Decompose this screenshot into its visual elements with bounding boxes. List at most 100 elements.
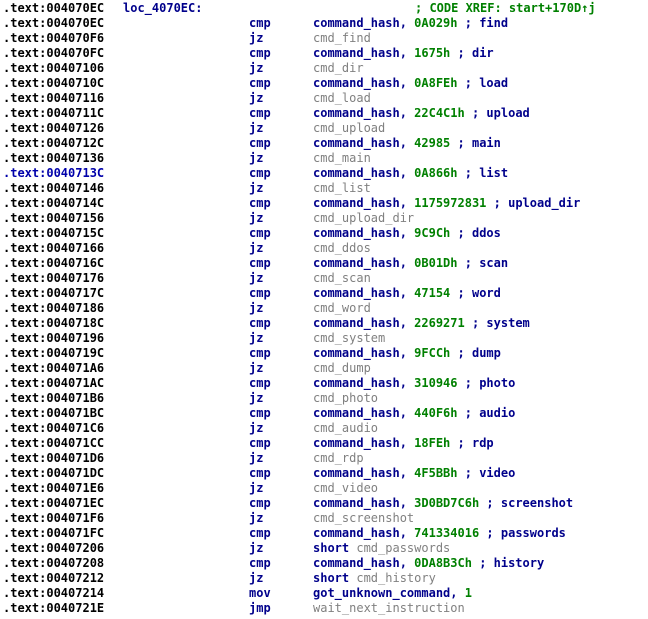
address: .text:0040717C [3, 286, 105, 300]
jump-target-label[interactable]: cmd_load [313, 91, 371, 105]
operand-constant: 47154 [414, 286, 451, 300]
instruction-row[interactable]: .text:00407214 mov got_unknown_command, 1 [3, 586, 648, 601]
jump-target-label[interactable]: cmd_history [356, 571, 435, 585]
operand-variable[interactable]: command_hash, [313, 16, 407, 30]
operand-variable[interactable]: command_hash, [313, 436, 407, 450]
listing-header-row[interactable]: .text:004070EC loc_4070EC: ; CODE XREF: … [3, 1, 648, 16]
comment: ; scan [464, 256, 509, 270]
location-label[interactable]: loc_4070EC: [123, 1, 202, 16]
instruction-row[interactable]: .text:0040712C cmp command_hash, 42985 ; m… [3, 136, 648, 151]
operand-variable[interactable]: got_unknown_command, [313, 586, 458, 600]
operand-variable[interactable]: command_hash, [313, 466, 407, 480]
jump-target-label[interactable]: cmd_word [313, 301, 371, 315]
operands: command_hash, 741334016 ; passwords [313, 526, 566, 541]
instruction-row[interactable]: .text:00407176 jz cmd_scan [3, 271, 648, 286]
instruction-row[interactable]: .text:0040711C cmp command_hash, 22C4C1h ;… [3, 106, 648, 121]
operand-constant: 0A8FEh [414, 76, 458, 90]
instruction-row[interactable]: .text:004070FC cmp command_hash, 1675h ; d… [3, 46, 648, 61]
operand-variable[interactable]: command_hash, [313, 526, 407, 540]
jump-target-label[interactable]: cmd_system [313, 331, 385, 345]
operand-variable[interactable]: command_hash, [313, 316, 407, 330]
instruction-row[interactable]: .text:00407146 jz cmd_list [3, 181, 648, 196]
instruction-row[interactable]: .text:0040718C cmp command_hash, 2269271 ;… [3, 316, 648, 331]
instruction-row[interactable]: .text:004071F6 jz cmd_screenshot [3, 511, 648, 526]
jump-target-label[interactable]: cmd_list [313, 181, 371, 195]
instruction-row[interactable]: .text:004071FC cmp command_hash, 741334016… [3, 526, 648, 541]
instruction-row[interactable]: .text:0040721E jmp wait_next_instruction [3, 601, 648, 616]
jump-target-label[interactable]: cmd_main [313, 151, 371, 165]
instruction-row[interactable]: .text:0040719C cmp command_hash, 9FCCh ; d… [3, 346, 648, 361]
comment: ; find [464, 16, 509, 30]
instruction-row[interactable]: .text:004071DC cmp command_hash, 4F5BBh ; … [3, 466, 648, 481]
operand-variable[interactable]: command_hash, [313, 76, 407, 90]
jump-target-label[interactable]: cmd_ddos [313, 241, 371, 255]
instruction-row[interactable]: .text:004071BC cmp command_hash, 440F6h ; … [3, 406, 648, 421]
instruction-row[interactable]: .text:00407136 jz cmd_main [3, 151, 648, 166]
operands: got_unknown_command, 1 [313, 586, 472, 601]
jump-target-label[interactable]: cmd_audio [313, 421, 378, 435]
jump-target-label[interactable]: cmd_upload_dir [313, 211, 414, 225]
operand-variable[interactable]: command_hash, [313, 406, 407, 420]
instruction-row[interactable]: .text:0040717C cmp command_hash, 47154 ; w… [3, 286, 648, 301]
instruction-row[interactable]: .text:00407166 jz cmd_ddos [3, 241, 648, 256]
instruction-row[interactable]: .text:00407156 jz cmd_upload_dir [3, 211, 648, 226]
instruction-row[interactable]: .text:004071CC cmp command_hash, 18FEh ; r… [3, 436, 648, 451]
instruction-row[interactable]: .text:00407186 jz cmd_word [3, 301, 648, 316]
address: .text:00407166 [3, 241, 105, 255]
instruction-row[interactable]: .text:004071A6 jz cmd_dump [3, 361, 648, 376]
instruction-row[interactable]: .text:00407126 jz cmd_upload [3, 121, 648, 136]
operand-variable[interactable]: command_hash, [313, 106, 407, 120]
instruction-row[interactable]: .text:00407116 jz cmd_load [3, 91, 648, 106]
operand-variable[interactable]: command_hash, [313, 46, 407, 60]
operand-variable[interactable]: command_hash, [313, 256, 407, 270]
jump-target-label[interactable]: cmd_rdp [313, 451, 364, 465]
instruction-row[interactable]: .text:004071AC cmp command_hash, 310946 ; … [3, 376, 648, 391]
mnemonic: jz [249, 241, 264, 255]
jump-target-label[interactable]: cmd_video [313, 481, 378, 495]
jump-target-label[interactable]: cmd_scan [313, 271, 371, 285]
jump-target-label[interactable]: cmd_photo [313, 391, 378, 405]
instruction-row[interactable]: .text:0040714C cmp command_hash, 117597283… [3, 196, 648, 211]
jump-target-label[interactable]: cmd_passwords [356, 541, 450, 555]
instruction-row[interactable]: .text:004071EC cmp command_hash, 3D0BD7C6h… [3, 496, 648, 511]
instruction-row[interactable]: .text:00407212 jz short cmd_history [3, 571, 648, 586]
jump-target-label[interactable]: cmd_screenshot [313, 511, 414, 525]
instruction-row[interactable]: .text:0040716C cmp command_hash, 0B01Dh ; … [3, 256, 648, 271]
operand-variable[interactable]: command_hash, [313, 346, 407, 360]
instruction-row[interactable]: .text:004071B6 jz cmd_photo [3, 391, 648, 406]
jump-target-label[interactable]: cmd_find [313, 31, 371, 45]
comment: ; list [464, 166, 509, 180]
instruction-row[interactable]: .text:0040710C cmp command_hash, 0A8FEh ; … [3, 76, 648, 91]
address: .text:00407186 [3, 301, 105, 315]
instruction-row[interactable]: .text:0040715C cmp command_hash, 9C9Ch ; d… [3, 226, 648, 241]
jump-target-label[interactable]: cmd_dir [313, 61, 364, 75]
instruction-row[interactable]: .text:00407106 jz cmd_dir [3, 61, 648, 76]
instruction-row[interactable]: .text:00407208 cmp command_hash, 0DA8B3Ch … [3, 556, 648, 571]
operand-constant: 9C9Ch [414, 226, 451, 240]
operand-variable[interactable]: command_hash, [313, 496, 407, 510]
address: .text:00407214 [3, 586, 105, 600]
instruction-row[interactable]: .text:00407206 jz short cmd_passwords [3, 541, 648, 556]
jump-target-label[interactable]: wait_next_instruction [313, 601, 465, 615]
operand-variable[interactable]: command_hash, [313, 286, 407, 300]
operand-variable[interactable]: command_hash, [313, 196, 407, 210]
instruction-row[interactable]: .text:00407196 jz cmd_system [3, 331, 648, 346]
operand-variable[interactable]: command_hash, [313, 166, 407, 180]
operand-variable[interactable]: command_hash, [313, 376, 407, 390]
instruction-row[interactable]: .text:004071C6 jz cmd_audio [3, 421, 648, 436]
address: .text:00407126 [3, 121, 105, 135]
jump-target-label[interactable]: cmd_dump [313, 361, 371, 375]
jump-target-label[interactable]: cmd_upload [313, 121, 385, 135]
instruction-row[interactable]: .text:004071D6 jz cmd_rdp [3, 451, 648, 466]
operand-constant: 9FCCh [414, 346, 451, 360]
instruction-row[interactable]: .text:0040713C cmp command_hash, 0A866h ; … [3, 166, 648, 181]
operand-variable[interactable]: command_hash, [313, 556, 407, 570]
instruction-row[interactable]: .text:004071E6 jz cmd_video [3, 481, 648, 496]
operand-variable[interactable]: command_hash, [313, 226, 407, 240]
operand-variable[interactable]: command_hash, [313, 136, 407, 150]
instruction-row[interactable]: .text:004070F6 jz cmd_find [3, 31, 648, 46]
instruction-row[interactable]: .text:004070EC cmp command_hash, 0A029h ; … [3, 16, 648, 31]
mnemonic: jz [249, 391, 264, 405]
code-xref-comment[interactable]: ; CODE XREF: start+170D↑j [415, 1, 596, 16]
operands: cmd_rdp [313, 451, 364, 466]
